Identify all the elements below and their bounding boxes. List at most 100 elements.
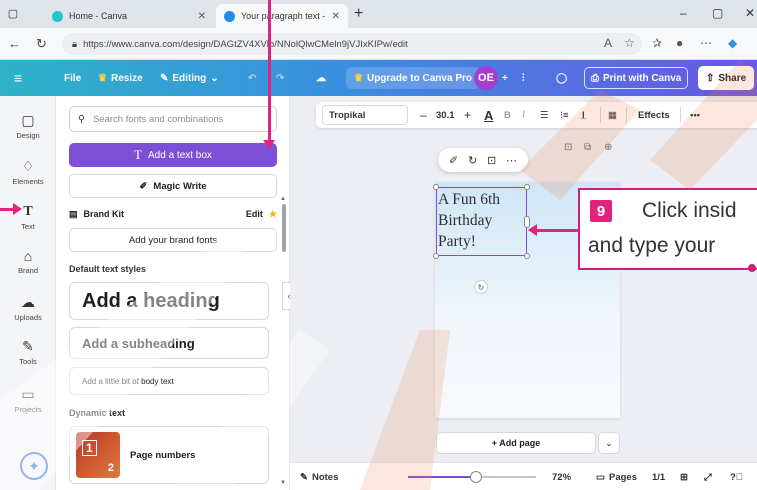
scroll-down-icon[interactable]: ▼ — [280, 480, 286, 486]
more-options-icon[interactable]: ••• — [690, 102, 700, 128]
pages-button[interactable]: ▭ Pages — [596, 463, 637, 490]
fullscreen-icon[interactable]: ⤢ — [704, 463, 712, 490]
add-brand-fonts-button[interactable]: Add your brand fonts — [69, 228, 277, 252]
brand-icon: ⌂ — [23, 248, 33, 264]
resize-handle[interactable] — [433, 253, 439, 259]
text-selection-box[interactable] — [433, 184, 530, 259]
cloud-save-icon[interactable]: ☁ — [316, 60, 326, 96]
copilot-icon[interactable]: ◆ — [728, 36, 737, 50]
rotate-handle-icon[interactable]: ↻ — [474, 280, 488, 294]
minimize-icon[interactable]: – — [680, 6, 687, 20]
transparency-icon[interactable]: ▦ — [608, 102, 617, 128]
font-size-decrease[interactable]: – — [420, 102, 427, 128]
page-count: 1/1 — [652, 471, 666, 483]
tab-actions-icon[interactable]: ▢ — [6, 7, 20, 21]
favorite-star-icon[interactable]: ☆ — [624, 36, 635, 50]
rail-label: Tools — [19, 357, 37, 366]
editing-dropdown[interactable]: ✎ Editing ⌄ — [160, 60, 219, 96]
share-button[interactable]: ⇧ Share — [698, 66, 755, 90]
grid-view-icon[interactable]: ⊞ — [680, 463, 688, 490]
bold-icon[interactable]: B — [504, 102, 511, 128]
resize-button[interactable]: ♛ Resize — [98, 60, 143, 96]
help-icon[interactable]: ?⃝ — [730, 463, 743, 490]
add-text-box-button[interactable]: T Add a text box — [69, 143, 277, 167]
address-bar[interactable]: 🔒︎ https://www.canva.com/design/DAGtZV4X… — [62, 33, 642, 55]
more-icon[interactable]: ⋯ — [700, 36, 712, 50]
avatar-group[interactable]: OE + — [474, 60, 508, 96]
rail-item-projects[interactable]: ▭ Projects — [0, 386, 56, 414]
text-panel: ⚲ Search fonts and combinations T Add a … — [56, 96, 290, 490]
pages-label: Pages — [608, 471, 637, 483]
back-icon[interactable]: ← — [8, 36, 21, 51]
lock-icon[interactable]: ⊡ — [487, 154, 496, 167]
magic-sparkle-icon[interactable]: ✦ — [20, 452, 48, 480]
add-body-text-button[interactable]: Add a little bit of body text — [69, 367, 269, 395]
rail-item-elements[interactable]: ♢ Elements — [0, 158, 56, 186]
read-aloud-icon[interactable]: A — [604, 36, 612, 50]
print-button[interactable]: ⎙ Print with Canva — [584, 67, 689, 89]
crown-icon: ★ — [268, 208, 277, 219]
profile-icon[interactable]: ● — [676, 36, 683, 50]
zoom-slider-knob[interactable] — [469, 471, 482, 483]
upgrade-button[interactable]: ♛ Upgrade to Canva Pro — [346, 67, 480, 89]
menu-icon[interactable]: ≡ — [14, 60, 22, 96]
tab-home-canva[interactable]: Home - Canva ✕ — [44, 4, 214, 28]
add-page-dropdown-icon[interactable]: ⌄ — [598, 432, 620, 454]
magic-write-button[interactable]: ✐ Magic Write — [69, 174, 277, 198]
insights-icon[interactable]: ⫶ — [522, 60, 525, 96]
url-text: https://www.canva.com/design/DAGtZV4XVlo… — [83, 38, 408, 50]
favorites-icon[interactable]: ✰ — [652, 36, 662, 50]
brand-kit-edit-link[interactable]: Edit — [246, 209, 263, 219]
align-icon[interactable]: ☰ — [540, 102, 549, 128]
crown-icon: ♛ — [354, 72, 363, 84]
tab-close-icon[interactable]: ✕ — [198, 11, 206, 22]
list-icon[interactable]: ⁝≡ — [560, 102, 569, 128]
resize-handle[interactable] — [524, 184, 530, 190]
rail-item-uploads[interactable]: ☁ Uploads — [0, 294, 56, 322]
resize-handle[interactable] — [433, 184, 439, 190]
file-menu[interactable]: File — [64, 60, 81, 96]
upgrade-label: Upgrade to Canva Pro — [366, 72, 472, 84]
rotate-refresh-icon[interactable]: ↻ — [468, 154, 477, 167]
letter-spacing-icon[interactable]: I̲ — [582, 102, 585, 128]
new-tab-icon[interactable]: + — [354, 5, 363, 23]
tab-title: Home - Canva — [69, 11, 128, 21]
rail-item-design[interactable]: ▢ Design — [0, 112, 56, 140]
more-icon[interactable]: ⋯ — [506, 154, 517, 167]
print-icon: ⎙ — [591, 72, 599, 84]
page-numbers-card[interactable]: 1 2 Page numbers — [69, 426, 269, 484]
duplicate-page-icon[interactable]: ⧉ — [584, 142, 591, 153]
add-page-icon[interactable]: ⊕ — [604, 142, 612, 153]
font-family-dropdown[interactable]: Tropikal — [322, 105, 408, 125]
font-size-increase[interactable]: + — [464, 102, 471, 128]
font-search-input[interactable]: ⚲ Search fonts and combinations — [69, 106, 277, 132]
add-subheading-button[interactable]: Add a subheading — [69, 327, 269, 359]
rail-item-brand[interactable]: ⌂ Brand — [0, 248, 56, 275]
zoom-level[interactable]: 72% — [552, 463, 571, 490]
resize-handle[interactable] — [524, 253, 530, 259]
italic-icon[interactable]: I — [522, 102, 525, 128]
rail-label: Text — [21, 222, 35, 231]
lock-page-icon[interactable]: ⊡ — [564, 142, 572, 153]
notes-button[interactable]: ✎ Notes — [300, 463, 338, 490]
scroll-up-icon[interactable]: ▲ — [280, 196, 286, 202]
magic-edit-icon[interactable]: ✐ — [449, 154, 458, 167]
text-t-icon: T — [134, 147, 142, 162]
close-window-icon[interactable]: ✕ — [745, 6, 755, 20]
undo-icon[interactable]: ↶ — [248, 60, 256, 96]
comment-icon[interactable]: ◯ — [556, 60, 567, 96]
design-icon: ▢ — [21, 112, 35, 128]
add-page-button[interactable]: + Add page — [436, 432, 596, 454]
text-color-icon[interactable]: A — [484, 102, 493, 128]
maximize-icon[interactable]: ▢ — [712, 6, 723, 20]
add-heading-button[interactable]: Add a heading — [69, 282, 269, 320]
font-size-input[interactable]: 30.1 — [436, 102, 455, 128]
redo-icon[interactable]: ↷ — [276, 60, 284, 96]
tab-close-icon[interactable]: ✕ — [332, 11, 340, 22]
effects-button[interactable]: Effects — [638, 102, 670, 128]
panel-scrollbar[interactable] — [282, 204, 286, 252]
rail-label: Elements — [12, 177, 44, 186]
tab-invitation[interactable]: Your paragraph text - Invitation ( ✕ — [216, 4, 348, 28]
reload-icon[interactable]: ↻ — [36, 36, 47, 52]
rail-item-tools[interactable]: ✎ Tools — [0, 338, 56, 366]
